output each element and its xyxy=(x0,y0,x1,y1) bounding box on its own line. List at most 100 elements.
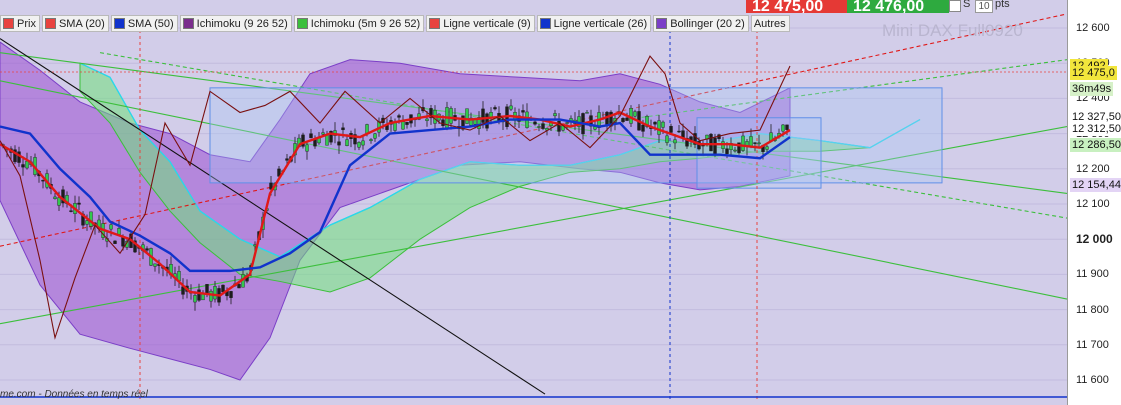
candle-body xyxy=(365,124,369,134)
pts-input[interactable]: 10 xyxy=(975,0,993,13)
candle-body xyxy=(621,118,625,123)
candle-body xyxy=(785,124,789,130)
candle-body xyxy=(25,160,29,169)
color-swatch-icon xyxy=(182,18,194,29)
toolbar-item-2[interactable]: SMA (50) xyxy=(110,15,178,32)
candle-body xyxy=(229,291,233,298)
candle-body xyxy=(53,196,57,199)
toolbar-item-4[interactable]: Ichimoku (5m 9 26 52) xyxy=(293,15,425,32)
candle-body xyxy=(309,133,313,139)
candle-body xyxy=(77,202,81,205)
candle-body xyxy=(537,126,541,128)
candle-body xyxy=(765,146,769,150)
toolbar-item-label: SMA (50) xyxy=(127,17,174,30)
toolbar-item-1[interactable]: SMA (20) xyxy=(41,15,109,32)
candle-body xyxy=(397,115,401,118)
toolbar-item-8[interactable]: Autres xyxy=(750,15,790,32)
sell-price: 12 475,00 xyxy=(752,0,824,13)
candle-body xyxy=(625,117,629,121)
price-axis[interactable]: 11 600 11 700 11 800 11 900 12 000 12 100 12 2… xyxy=(1067,0,1121,405)
candle-body xyxy=(713,137,717,155)
toolbar-item-3[interactable]: Ichimoku (9 26 52) xyxy=(179,15,292,32)
candle-body xyxy=(221,284,225,293)
candle-body xyxy=(373,133,377,139)
candle-body xyxy=(325,134,329,146)
color-swatch-icon xyxy=(44,18,56,29)
plot-area[interactable] xyxy=(0,0,1067,405)
price-tick-label: 11 900 xyxy=(1076,268,1109,281)
candle-body xyxy=(521,110,525,113)
color-swatch-icon xyxy=(429,18,441,29)
color-swatch-icon xyxy=(539,18,551,29)
candle-body xyxy=(709,133,713,152)
candle-body xyxy=(425,118,429,121)
toolbar-item-5[interactable]: Ligne verticale (9) xyxy=(426,15,535,32)
price-tick-label: 11 800 xyxy=(1076,303,1109,316)
toolbar-item-0[interactable]: Prix xyxy=(0,15,40,32)
price-tick-label: 11 600 xyxy=(1076,374,1109,386)
candle-body xyxy=(753,142,757,144)
indicator-toolbar: Prix SMA (20) SMA (50) Ichimoku (9 26 52) Ic… xyxy=(0,15,790,32)
candle-body xyxy=(237,283,241,289)
color-swatch-icon xyxy=(296,18,308,29)
candle-body xyxy=(509,105,513,110)
candle-body xyxy=(85,220,89,225)
candle-body xyxy=(153,263,157,267)
candle-body xyxy=(585,112,589,114)
candle-body xyxy=(733,149,737,152)
candle-body xyxy=(313,139,317,147)
candle-body xyxy=(757,142,761,145)
candle-body xyxy=(197,289,201,301)
candle-body xyxy=(565,122,569,124)
candle-body xyxy=(641,124,645,132)
candle-body xyxy=(285,158,289,161)
toolbar-item-7[interactable]: Bollinger (20 2) xyxy=(653,15,749,32)
buy-price-box[interactable]: 12 476,00 xyxy=(847,0,949,13)
candle-body xyxy=(117,228,121,235)
candle-body xyxy=(533,121,537,125)
color-swatch-icon xyxy=(656,18,668,29)
candle-timer: 36m49s xyxy=(1070,82,1114,96)
candle-body xyxy=(781,124,785,132)
toolbar-item-label: Bollinger (20 2) xyxy=(670,17,745,30)
candle-body xyxy=(41,179,45,182)
s-label: S xyxy=(963,0,971,10)
candle-body xyxy=(481,108,485,123)
candle-body xyxy=(669,126,673,133)
candle-body xyxy=(193,295,197,303)
candle-body xyxy=(541,123,545,129)
candle-body xyxy=(677,130,681,133)
candle-body xyxy=(493,107,497,110)
candle-body xyxy=(57,197,61,206)
toolbar-item-label: Prix xyxy=(17,17,36,30)
price-chart[interactable] xyxy=(0,0,1067,405)
price-level-label: 12 475,0 xyxy=(1070,66,1117,80)
price-level-label: 12 312,50 xyxy=(1070,122,1121,136)
candle-body xyxy=(145,248,149,251)
toolbar-item-label: Autres xyxy=(753,17,786,30)
candle-body xyxy=(657,120,661,135)
candle-body xyxy=(593,126,597,130)
candle-body xyxy=(321,132,325,135)
s-checkbox[interactable] xyxy=(949,0,961,12)
candle-body xyxy=(665,135,669,143)
candle-body xyxy=(465,108,469,124)
toolbar-item-6[interactable]: Ligne verticale (26) xyxy=(536,15,652,32)
candle-body xyxy=(21,164,25,168)
candle-body xyxy=(337,141,341,146)
candle-body xyxy=(109,224,113,230)
toolbar-item-label: Ichimoku (9 26 52) xyxy=(196,17,288,30)
candle-body xyxy=(441,119,445,126)
price-level-label: 12 154,44 xyxy=(1070,178,1121,192)
price-tick-label: 12 200 xyxy=(1076,162,1110,175)
candle-body xyxy=(357,142,361,148)
candle-body xyxy=(69,210,73,212)
price-tick-label: 12 600 xyxy=(1076,22,1110,34)
data-source-note: me.com - Données en temps réel xyxy=(0,389,148,400)
candle-body xyxy=(345,139,349,146)
sell-price-box[interactable]: 12 475,00 xyxy=(746,0,848,13)
candle-body xyxy=(341,127,345,131)
chart-window: 12 475,00 12 476,00 S 10 pts Prix SMA (20… xyxy=(0,0,1121,405)
toolbar-item-label: Ligne verticale (9) xyxy=(443,17,531,30)
candle-body xyxy=(305,144,309,152)
